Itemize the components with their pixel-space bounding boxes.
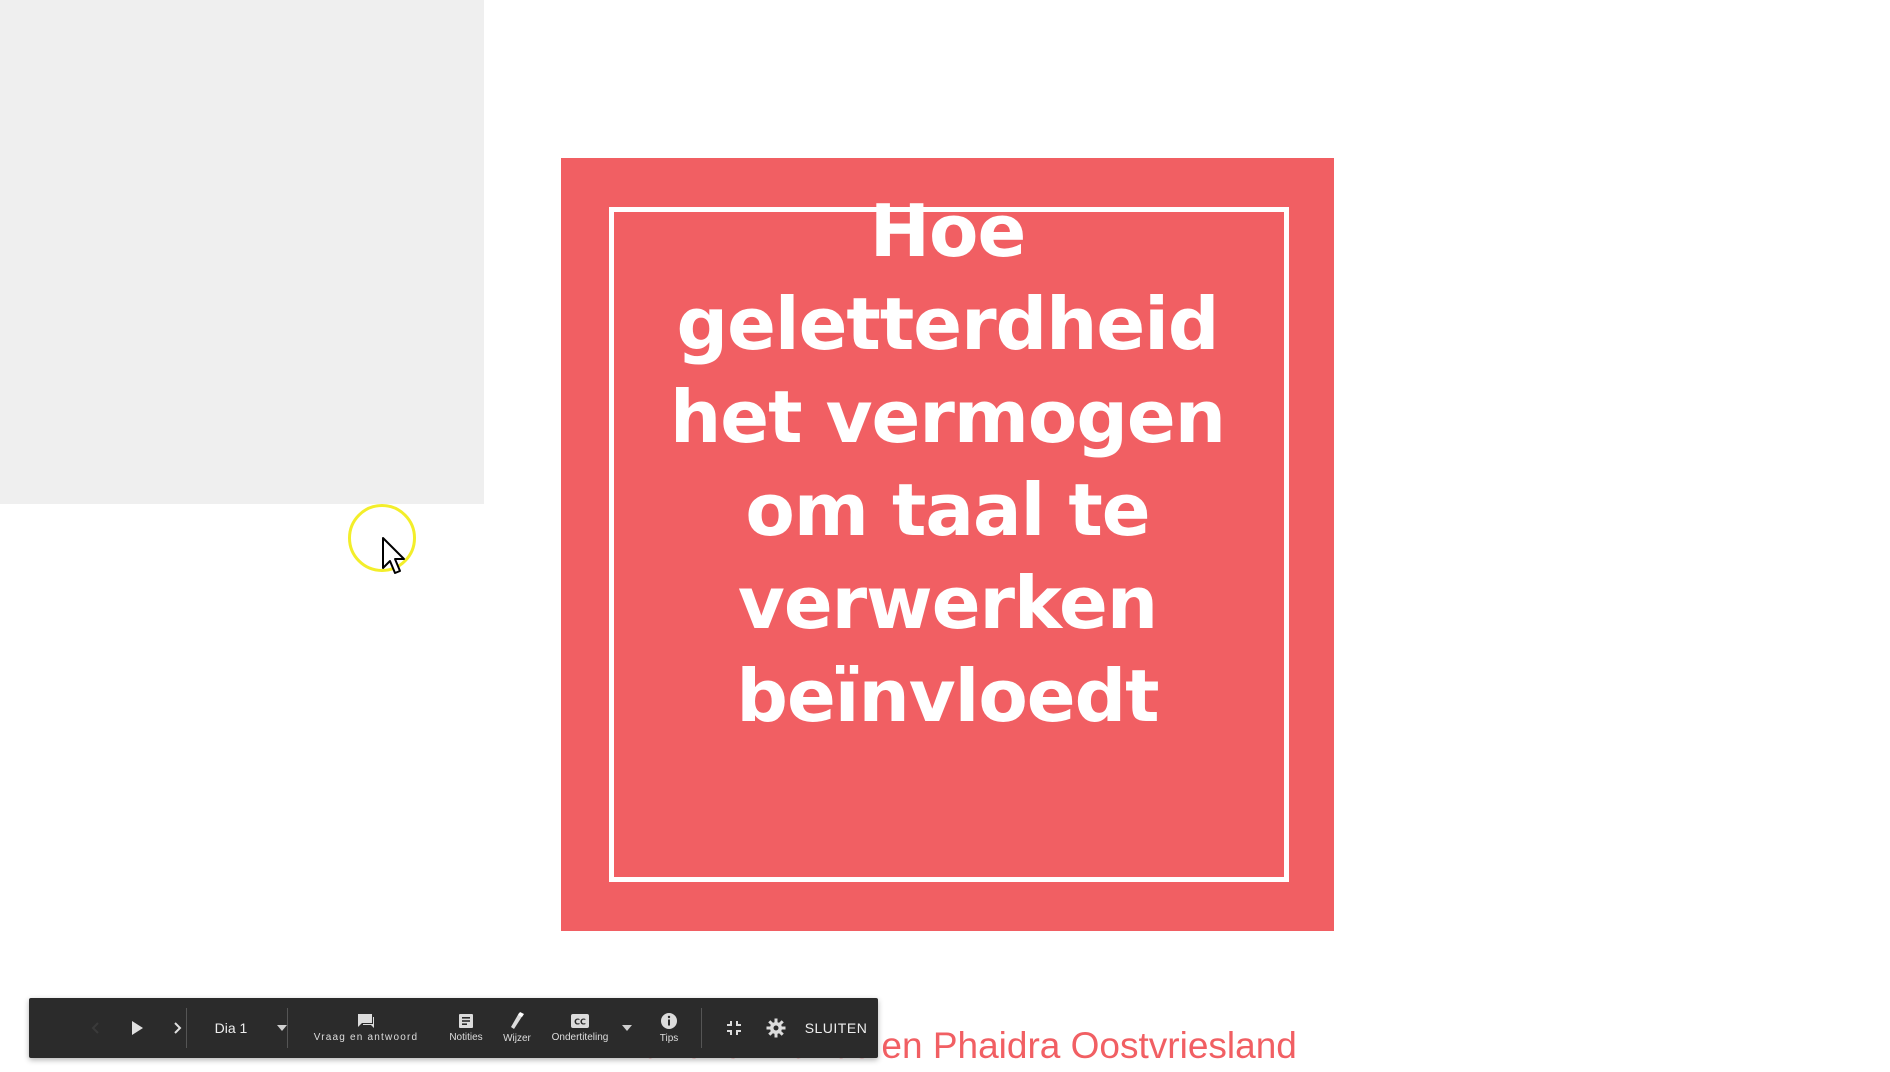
- toolbar-divider: [287, 1008, 288, 1048]
- laser-pointer-icon: [509, 1011, 525, 1030]
- play-button[interactable]: [117, 998, 157, 1058]
- closed-captions-icon: CC: [570, 1013, 590, 1029]
- previous-slide-button[interactable]: [76, 998, 116, 1058]
- close-presentation-button[interactable]: SLUITEN: [801, 998, 871, 1058]
- toolbar-divider: [701, 1008, 702, 1048]
- slide-selector[interactable]: Dia 1: [201, 998, 301, 1058]
- slide-title-line: het vermogen: [670, 375, 1226, 459]
- exit-fullscreen-icon: [726, 1020, 742, 1036]
- slide-title-line: geletterdheid: [676, 282, 1220, 366]
- toolbar-divider: [186, 1008, 187, 1048]
- slide-title-line: verwerken: [737, 561, 1158, 645]
- speaker-video-placeholder: [0, 0, 484, 504]
- next-slide-button[interactable]: [157, 998, 197, 1058]
- tips-button[interactable]: Tips: [647, 998, 691, 1058]
- tips-label: Tips: [659, 1032, 679, 1044]
- chevron-left-icon: [89, 1021, 103, 1035]
- notes-button[interactable]: Notities: [441, 998, 491, 1058]
- slide-title-line: Hoe: [869, 189, 1027, 273]
- captions-button[interactable]: CC Ondertiteling: [542, 998, 618, 1058]
- settings-button[interactable]: [756, 998, 796, 1058]
- caret-down-icon: [277, 1025, 288, 1031]
- svg-text:CC: CC: [574, 1017, 586, 1026]
- play-icon: [130, 1020, 144, 1036]
- captions-options-dropdown[interactable]: [615, 998, 639, 1058]
- mouse-cursor-icon: [381, 536, 407, 576]
- slide-title: Hoe geletterdheid het vermogen om taal t…: [561, 185, 1334, 743]
- current-slide: Hoe geletterdheid het vermogen om taal t…: [561, 158, 1334, 931]
- exit-fullscreen-button[interactable]: [714, 998, 754, 1058]
- presenter-toolbar: Dia 1 Vraag en antwoord Notities Wijzer: [29, 998, 878, 1058]
- slide-title-line: beïnvloedt: [736, 654, 1159, 738]
- info-icon: [660, 1012, 678, 1030]
- slide-title-line: om taal te: [745, 468, 1150, 552]
- qa-button[interactable]: Vraag en antwoord: [301, 998, 431, 1058]
- gear-icon: [766, 1018, 786, 1038]
- qa-label: Vraag en antwoord: [313, 1031, 419, 1043]
- presentation-stage: Hoe geletterdheid het vermogen om taal t…: [0, 0, 1890, 1072]
- notes-icon: [458, 1013, 474, 1029]
- close-label: SLUITEN: [804, 1020, 868, 1036]
- notes-label: Notities: [449, 1031, 483, 1043]
- pointer-button[interactable]: Wijzer: [492, 998, 542, 1058]
- chat-bubble-icon: [357, 1013, 375, 1029]
- pointer-label: Wijzer: [503, 1032, 531, 1044]
- chevron-right-icon: [170, 1021, 184, 1035]
- captions-label: Ondertiteling: [551, 1031, 609, 1043]
- slide-selector-label: Dia 1: [214, 1020, 248, 1036]
- caret-down-icon: [622, 1025, 632, 1031]
